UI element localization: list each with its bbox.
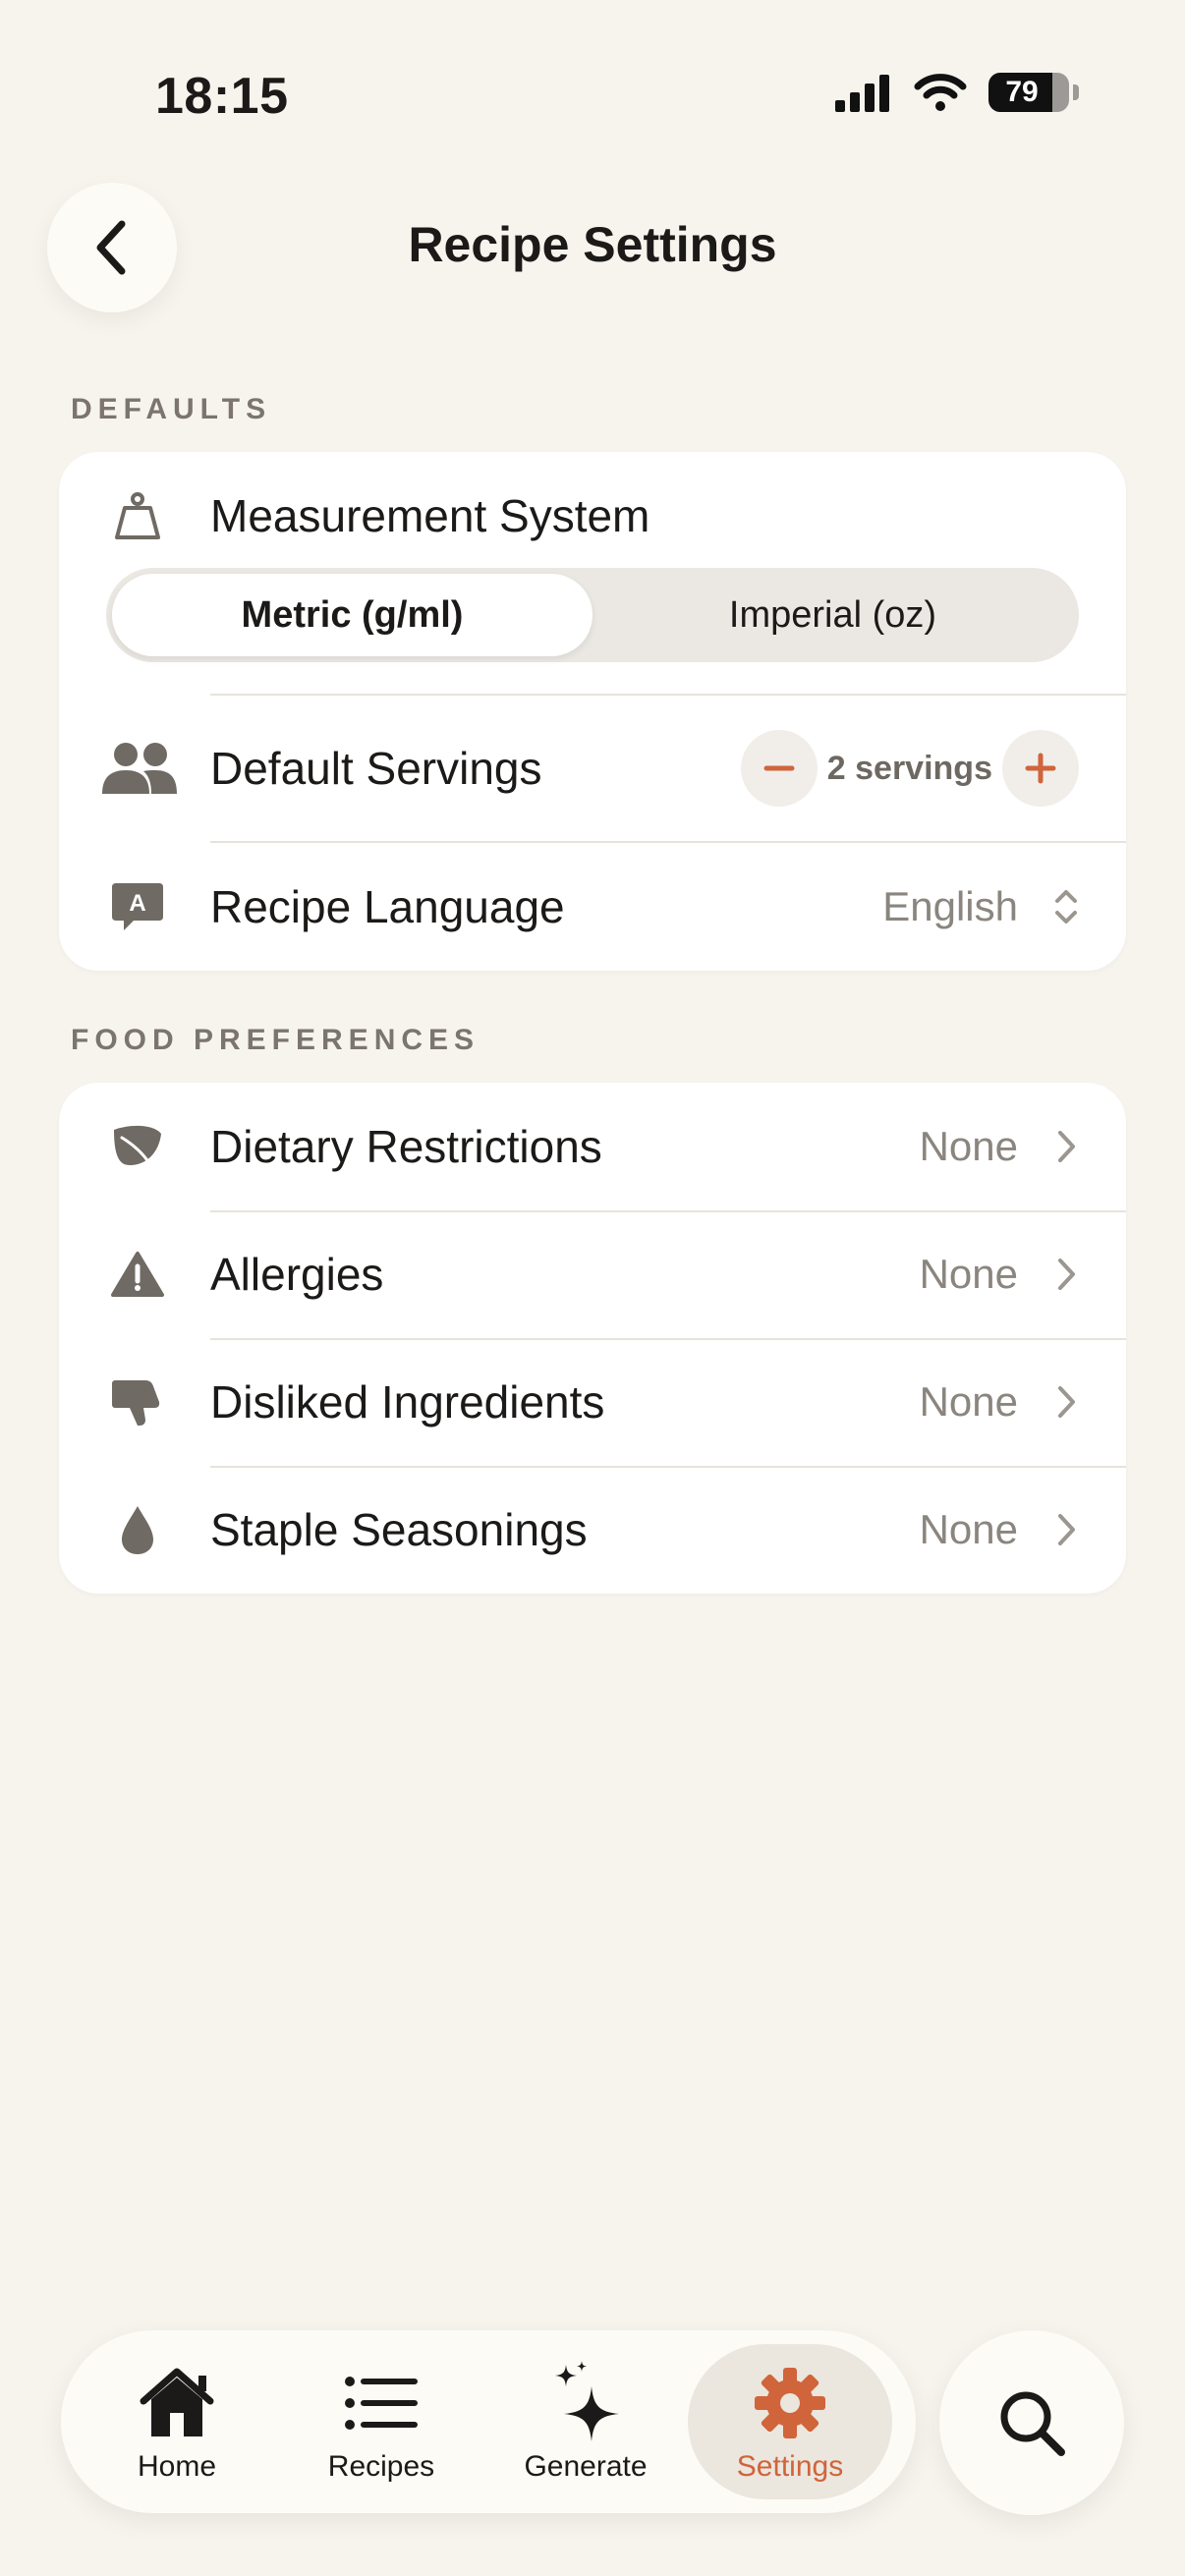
status-time: 18:15 bbox=[155, 68, 289, 125]
chevron-right-icon bbox=[1058, 1386, 1075, 1418]
recipe-language-value: English bbox=[882, 883, 1018, 929]
recipe-language-label: Recipe Language bbox=[210, 881, 565, 932]
search-button[interactable] bbox=[939, 2330, 1124, 2515]
drop-icon bbox=[106, 1498, 169, 1561]
home-icon bbox=[138, 2364, 216, 2442]
segment-metric[interactable]: Metric (g/ml) bbox=[112, 574, 592, 656]
people-icon bbox=[98, 737, 181, 800]
dietary-restrictions-row[interactable]: Dietary Restrictions None bbox=[59, 1083, 1126, 1210]
wifi-icon bbox=[914, 74, 967, 111]
allergies-label: Allergies bbox=[210, 1249, 384, 1300]
list-icon bbox=[342, 2364, 421, 2442]
section-label-defaults: DEFAULTS bbox=[71, 393, 272, 425]
staple-seasonings-row[interactable]: Staple Seasonings None bbox=[59, 1466, 1126, 1594]
thumbs-down-icon bbox=[106, 1371, 169, 1433]
tab-recipes-label: Recipes bbox=[327, 2450, 435, 2483]
warning-icon bbox=[106, 1243, 169, 1306]
dietary-restrictions-value: None bbox=[919, 1123, 1018, 1169]
chevron-right-icon bbox=[1058, 1131, 1075, 1162]
status-bar: 18:15 79 bbox=[0, 63, 1185, 132]
plus-icon bbox=[1025, 753, 1056, 784]
disliked-ingredients-row[interactable]: Disliked Ingredients None bbox=[59, 1338, 1126, 1466]
cellular-signal-icon bbox=[835, 75, 889, 112]
battery-cap bbox=[1073, 84, 1079, 100]
status-icons: 79 bbox=[833, 73, 1079, 112]
measurement-segmented-control[interactable]: Metric (g/ml) Imperial (oz) bbox=[106, 568, 1079, 662]
tab-generate-label: Generate bbox=[524, 2450, 648, 2483]
tab-settings[interactable]: Settings bbox=[688, 2344, 892, 2499]
recipe-settings-screen: 18:15 79 Recipe Settings DEFAULTS Measur… bbox=[0, 0, 1185, 2576]
servings-stepper: 2 servings bbox=[740, 730, 1079, 807]
tab-home-label: Home bbox=[137, 2450, 217, 2483]
servings-value: 2 servings bbox=[826, 749, 992, 787]
minus-icon bbox=[763, 765, 795, 771]
defaults-card: Measurement System Metric (g/ml) Imperia… bbox=[59, 452, 1126, 971]
disliked-ingredients-label: Disliked Ingredients bbox=[210, 1376, 605, 1428]
food-preferences-card: Dietary Restrictions None Allergies None bbox=[59, 1083, 1126, 1594]
decrement-servings-button[interactable] bbox=[740, 730, 818, 807]
chevron-up-down-icon bbox=[1055, 890, 1077, 924]
sparkles-icon bbox=[546, 2361, 625, 2442]
default-servings-row: Default Servings 2 servings bbox=[59, 696, 1126, 841]
disliked-ingredients-value: None bbox=[919, 1378, 1018, 1425]
measurement-system-label: Measurement System bbox=[210, 490, 650, 541]
allergies-value: None bbox=[919, 1251, 1018, 1297]
battery-icon: 79 bbox=[988, 73, 1069, 112]
language-icon: A bbox=[106, 875, 169, 938]
segment-imperial[interactable]: Imperial (oz) bbox=[592, 574, 1073, 656]
tab-settings-label: Settings bbox=[736, 2450, 844, 2483]
search-icon bbox=[1000, 2391, 1065, 2456]
recipe-language-row[interactable]: A Recipe Language English bbox=[59, 843, 1126, 971]
tab-bar: Home Recipes Generate Settings bbox=[61, 2330, 916, 2513]
staple-seasonings-value: None bbox=[919, 1506, 1018, 1552]
battery-level: 79 bbox=[1005, 76, 1039, 108]
gear-icon bbox=[751, 2364, 829, 2442]
tab-generate[interactable]: Generate bbox=[483, 2344, 688, 2499]
chevron-right-icon bbox=[1058, 1259, 1075, 1290]
battery-indicator: 79 bbox=[988, 73, 1079, 112]
dietary-restrictions-label: Dietary Restrictions bbox=[210, 1121, 602, 1172]
staple-seasonings-label: Staple Seasonings bbox=[210, 1504, 588, 1555]
tab-home[interactable]: Home bbox=[75, 2344, 279, 2499]
page-title: Recipe Settings bbox=[408, 217, 777, 272]
increment-servings-button[interactable] bbox=[1002, 730, 1079, 807]
leaf-icon bbox=[106, 1115, 169, 1178]
allergies-row[interactable]: Allergies None bbox=[59, 1210, 1126, 1338]
section-label-food-preferences: FOOD PREFERENCES bbox=[71, 1024, 480, 1056]
default-servings-label: Default Servings bbox=[210, 743, 542, 794]
scale-icon bbox=[106, 485, 169, 548]
tab-recipes[interactable]: Recipes bbox=[279, 2344, 483, 2499]
chevron-right-icon bbox=[1058, 1514, 1075, 1545]
svg-text:A: A bbox=[129, 890, 145, 917]
measurement-system-row: Measurement System Metric (g/ml) Imperia… bbox=[59, 452, 1126, 694]
